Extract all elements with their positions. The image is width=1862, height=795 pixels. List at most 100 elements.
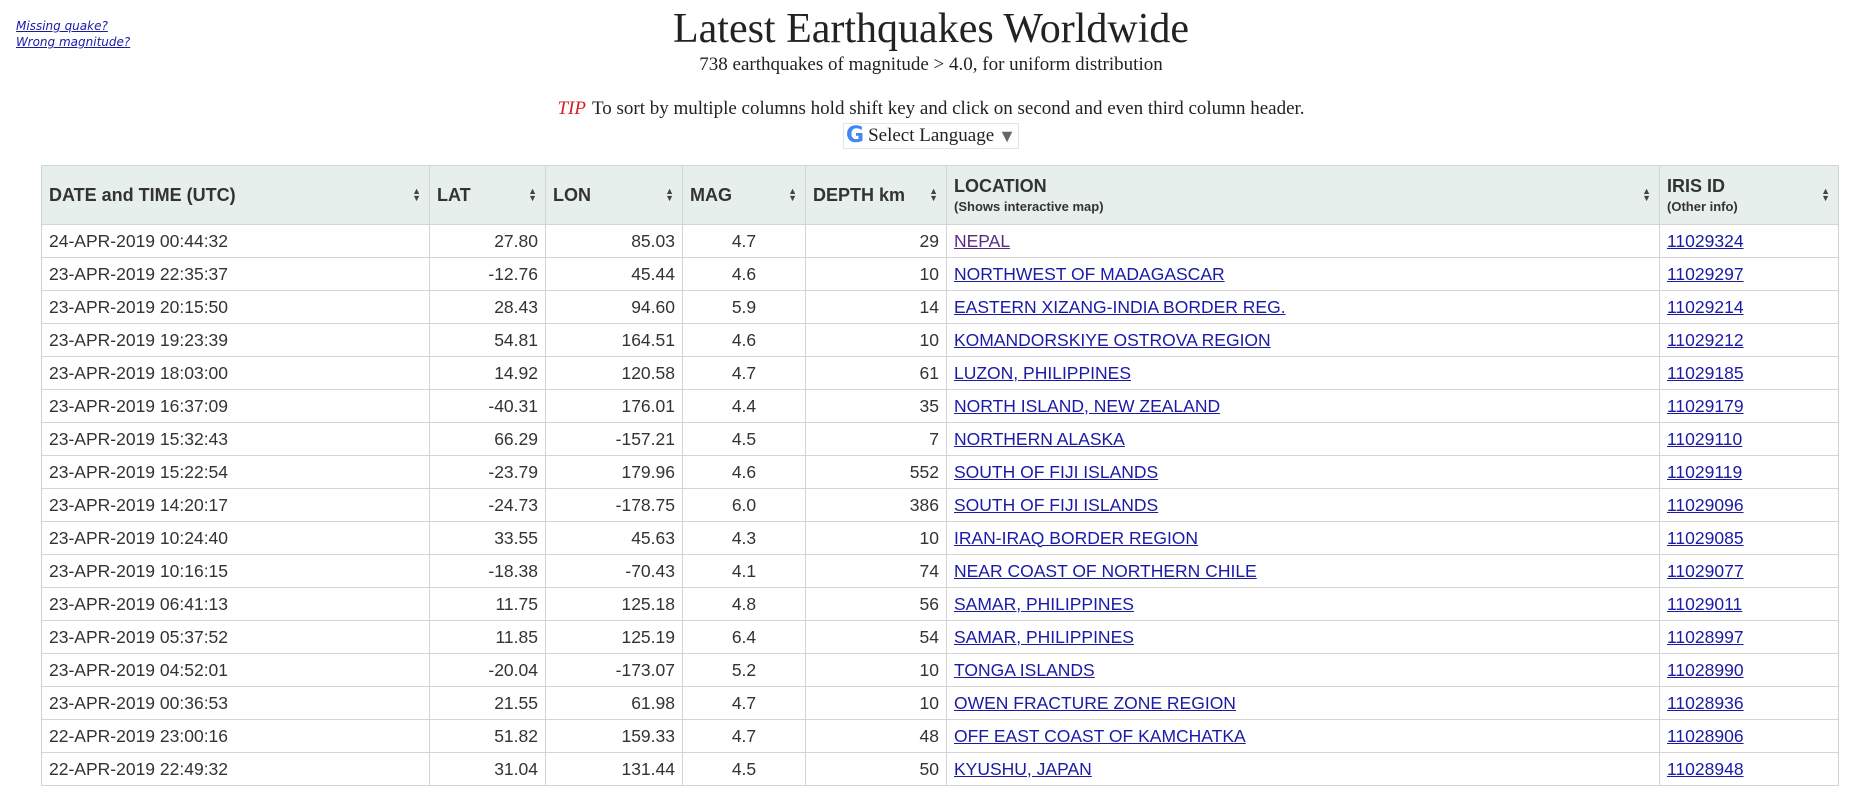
table-row: 23-APR-2019 10:16:15 -18.38 -70.43 4.1 74 NEA… xyxy=(41,554,1839,588)
location-link[interactable]: LUZON, PHILIPPINES xyxy=(954,363,1131,383)
location-link[interactable]: NEPAL xyxy=(954,231,1010,251)
date-time-cell: 22-APR-2019 22:49:32 xyxy=(41,752,430,786)
table-header-row: DATE and TIME (UTC) ▲ ▼ LAT ▲ ▼ LON ▲ ▼ MAG ▲ ▼ DEPT… xyxy=(41,165,1839,225)
column-header-lat[interactable]: LAT ▲ ▼ xyxy=(429,165,546,225)
location-link[interactable]: OWEN FRACTURE ZONE REGION xyxy=(954,693,1236,713)
depth-cell: 10 xyxy=(805,521,947,555)
location-cell: KOMANDORSKIYE OSTROVA REGION xyxy=(946,323,1660,357)
lat-cell: 54.81 xyxy=(429,323,546,357)
depth-cell: 10 xyxy=(805,653,947,687)
lat-cell: -12.76 xyxy=(429,257,546,291)
depth-cell: 552 xyxy=(805,455,947,489)
location-link[interactable]: SAMAR, PHILIPPINES xyxy=(954,594,1134,614)
iris-id-link[interactable]: 11029185 xyxy=(1667,363,1744,383)
iris-id-link[interactable]: 11029214 xyxy=(1667,297,1744,317)
column-header-mag[interactable]: MAG ▲ ▼ xyxy=(682,165,806,225)
iris-id-link[interactable]: 11029179 xyxy=(1667,396,1744,416)
language-selector[interactable]: G Select Language ▼ xyxy=(843,123,1019,149)
iris-id-link[interactable]: 11029077 xyxy=(1667,561,1744,581)
iris-id-link[interactable]: 11028906 xyxy=(1667,726,1744,746)
table-row: 23-APR-2019 06:41:13 11.75 125.18 4.8 56 SAMA… xyxy=(41,587,1839,621)
location-link[interactable]: OFF EAST COAST OF KAMCHATKA xyxy=(954,726,1246,746)
depth-cell: 74 xyxy=(805,554,947,588)
tip-line: TIP To sort by multiple columns hold shif… xyxy=(0,98,1862,120)
lon-cell: 125.18 xyxy=(545,587,683,621)
location-link[interactable]: NORTH ISLAND, NEW ZEALAND xyxy=(954,396,1220,416)
mag-cell: 5.9 xyxy=(682,290,806,324)
iris-id-cell: 11028906 xyxy=(1659,719,1839,753)
iris-id-cell: 11028948 xyxy=(1659,752,1839,786)
depth-cell: 48 xyxy=(805,719,947,753)
lon-cell: 164.51 xyxy=(545,323,683,357)
mag-cell: 4.4 xyxy=(682,389,806,423)
location-link[interactable]: SOUTH OF FIJI ISLANDS xyxy=(954,495,1158,515)
iris-id-link[interactable]: 11029297 xyxy=(1667,264,1744,284)
table-row: 23-APR-2019 16:37:09 -40.31 176.01 4.4 35 NOR… xyxy=(41,389,1839,423)
location-link[interactable]: KOMANDORSKIYE OSTROVA REGION xyxy=(954,330,1271,350)
mag-cell: 4.3 xyxy=(682,521,806,555)
iris-id-link[interactable]: 11029324 xyxy=(1667,231,1744,251)
iris-id-cell: 11029185 xyxy=(1659,356,1839,390)
depth-cell: 54 xyxy=(805,620,947,654)
date-time-cell: 23-APR-2019 05:37:52 xyxy=(41,620,430,654)
lat-cell: 33.55 xyxy=(429,521,546,555)
column-header-location[interactable]: LOCATION (Shows interactive map) ▲ ▼ xyxy=(946,165,1660,225)
iris-id-cell: 11028936 xyxy=(1659,686,1839,720)
location-link[interactable]: TONGA ISLANDS xyxy=(954,660,1095,680)
lat-cell: -20.04 xyxy=(429,653,546,687)
iris-id-link[interactable]: 11029119 xyxy=(1667,462,1742,482)
iris-id-link[interactable]: 11029085 xyxy=(1667,528,1744,548)
google-icon: G xyxy=(846,123,865,148)
mag-cell: 4.7 xyxy=(682,224,806,258)
column-header-label: IRIS ID xyxy=(1667,176,1726,196)
iris-id-link[interactable]: 11029212 xyxy=(1667,330,1744,350)
lat-cell: -40.31 xyxy=(429,389,546,423)
column-header-depth[interactable]: DEPTH km ▲ ▼ xyxy=(805,165,947,225)
location-link[interactable]: NEAR COAST OF NORTHERN CHILE xyxy=(954,561,1257,581)
lon-cell: 179.96 xyxy=(545,455,683,489)
iris-id-link[interactable]: 11028997 xyxy=(1667,627,1744,647)
column-header-iris-id[interactable]: IRIS ID (Other info) ▲ ▼ xyxy=(1659,165,1839,225)
location-link[interactable]: KYUSHU, JAPAN xyxy=(954,759,1092,779)
lon-cell: 85.03 xyxy=(545,224,683,258)
language-label: Select Language xyxy=(868,125,995,146)
column-header-date-time[interactable]: DATE and TIME (UTC) ▲ ▼ xyxy=(41,165,430,225)
iris-id-link[interactable]: 11028936 xyxy=(1667,693,1744,713)
location-cell: NEAR COAST OF NORTHERN CHILE xyxy=(946,554,1660,588)
location-cell: EASTERN XIZANG-INDIA BORDER REG. xyxy=(946,290,1660,324)
iris-id-cell: 11029085 xyxy=(1659,521,1839,555)
iris-id-link[interactable]: 11028990 xyxy=(1667,660,1744,680)
lon-cell: 120.58 xyxy=(545,356,683,390)
sort-icon: ▲ ▼ xyxy=(412,186,421,203)
iris-id-link[interactable]: 11029011 xyxy=(1667,594,1742,614)
lon-cell: -178.75 xyxy=(545,488,683,522)
location-link[interactable]: NORTHWEST OF MADAGASCAR xyxy=(954,264,1225,284)
lon-cell: 45.63 xyxy=(545,521,683,555)
iris-id-link[interactable]: 11029110 xyxy=(1667,429,1742,449)
location-link[interactable]: EASTERN XIZANG-INDIA BORDER REG. xyxy=(954,297,1286,317)
depth-cell: 10 xyxy=(805,257,947,291)
location-cell: OWEN FRACTURE ZONE REGION xyxy=(946,686,1660,720)
iris-id-cell: 11029077 xyxy=(1659,554,1839,588)
location-link[interactable]: IRAN-IRAQ BORDER REGION xyxy=(954,528,1198,548)
date-time-cell: 24-APR-2019 00:44:32 xyxy=(41,224,430,258)
location-link[interactable]: SAMAR, PHILIPPINES xyxy=(954,627,1134,647)
iris-id-cell: 11029179 xyxy=(1659,389,1839,423)
date-time-cell: 23-APR-2019 04:52:01 xyxy=(41,653,430,687)
lat-cell: 51.82 xyxy=(429,719,546,753)
table-row: 23-APR-2019 15:32:43 66.29 -157.21 4.5 7 NORT… xyxy=(41,422,1839,456)
tip-label: TIP xyxy=(557,98,586,119)
table-row: 23-APR-2019 22:35:37 -12.76 45.44 4.6 10 NORT… xyxy=(41,257,1839,291)
location-cell: OFF EAST COAST OF KAMCHATKA xyxy=(946,719,1660,753)
iris-id-link[interactable]: 11029096 xyxy=(1667,495,1744,515)
date-time-cell: 23-APR-2019 10:24:40 xyxy=(41,521,430,555)
tip-text: To sort by multiple columns hold shift k… xyxy=(591,98,1305,119)
page-title: Latest Earthquakes Worldwide xyxy=(672,6,1190,52)
sort-icon: ▲ ▼ xyxy=(528,186,537,203)
table-row: 23-APR-2019 15:22:54 -23.79 179.96 4.6 552 SO… xyxy=(41,455,1839,489)
location-link[interactable]: NORTHERN ALASKA xyxy=(954,429,1125,449)
iris-id-link[interactable]: 11028948 xyxy=(1667,759,1744,779)
location-link[interactable]: SOUTH OF FIJI ISLANDS xyxy=(954,462,1158,482)
column-header-lon[interactable]: LON ▲ ▼ xyxy=(545,165,683,225)
lon-cell: 131.44 xyxy=(545,752,683,786)
